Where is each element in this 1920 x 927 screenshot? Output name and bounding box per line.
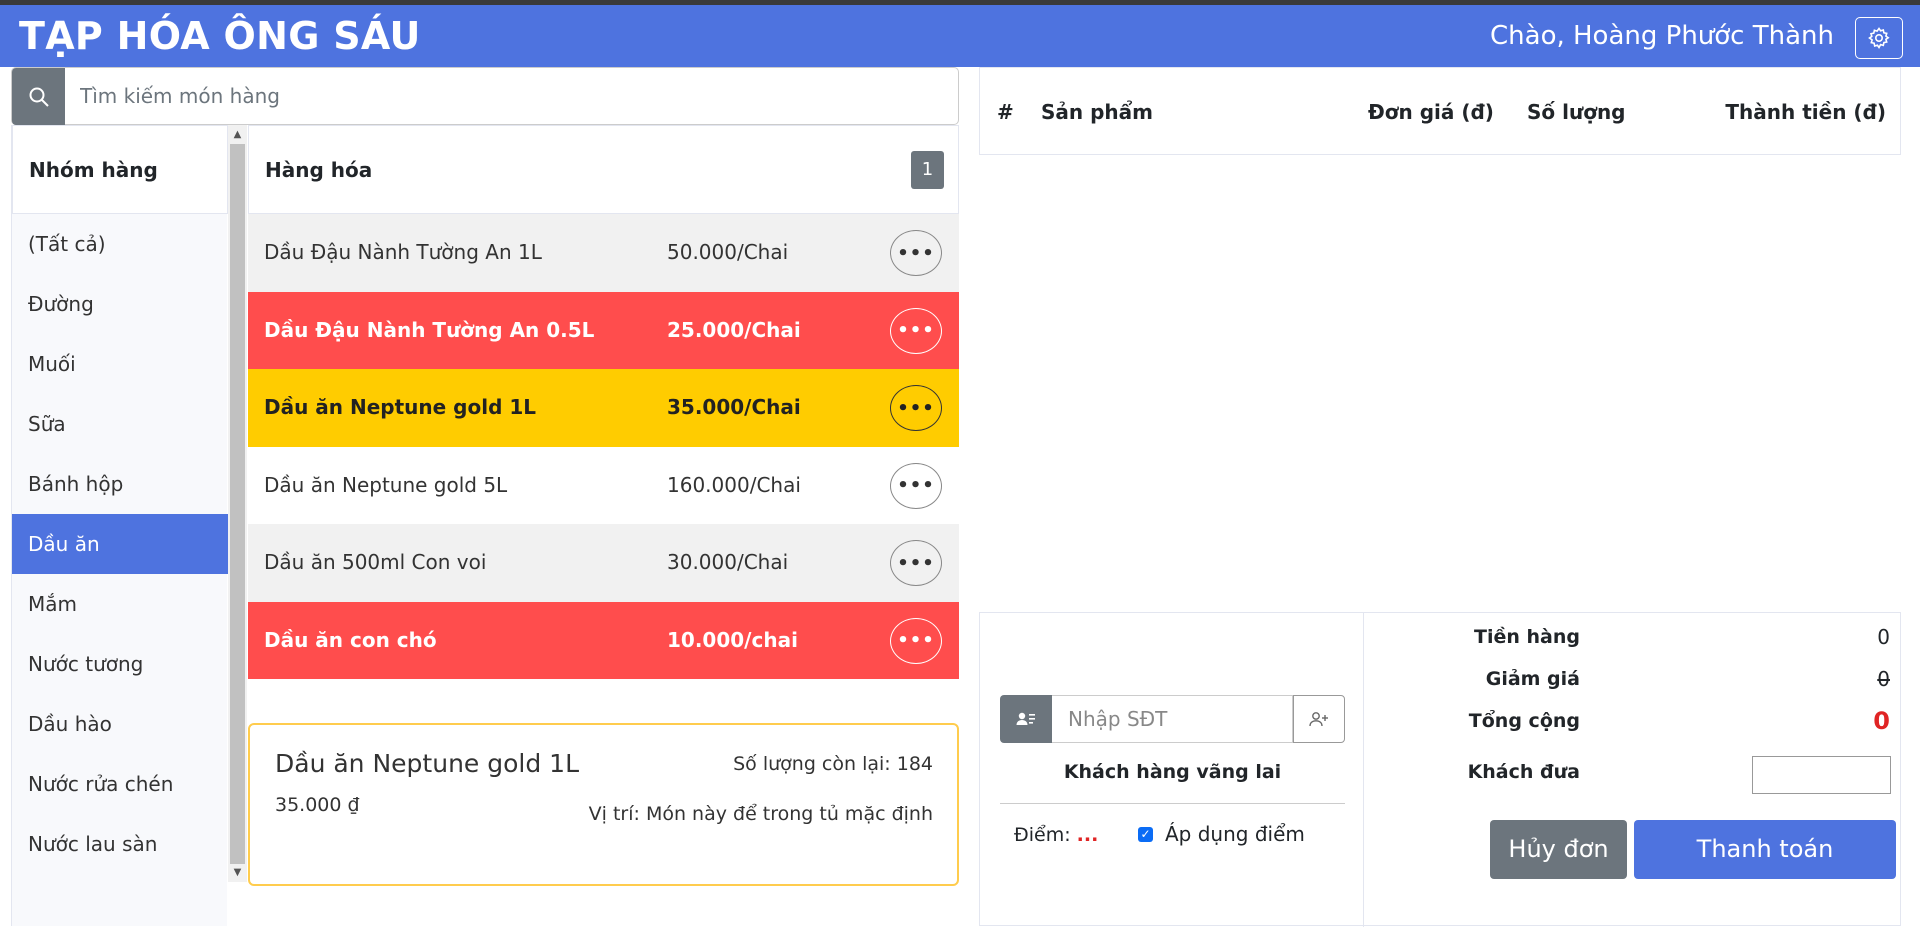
product-row[interactable]: Dầu Đậu Nành Tường An 1L 50.000/Chai ••• (248, 214, 959, 292)
divider (1000, 803, 1345, 804)
pay-button[interactable]: Thanh toán (1634, 820, 1896, 879)
subtotal-value: 0 (1877, 625, 1890, 649)
cancel-order-button[interactable]: Hủy đơn (1490, 820, 1627, 879)
category-list: (Tất cả) Đường Muối Sữa Bánh hộp Dầu ăn … (12, 214, 228, 874)
apply-points-label: Áp dụng điểm (1165, 822, 1305, 846)
product-row[interactable]: Dầu ăn 500ml Con voi 30.000/Chai ••• (248, 524, 959, 602)
category-item[interactable]: Nước rửa chén (12, 754, 228, 814)
total-label: Tổng cộng (1468, 710, 1580, 732)
category-item[interactable]: Dầu hào (12, 694, 228, 754)
checkout-panel: Khách hàng vãng lai Điểm: ... ✓ Áp dụng … (979, 612, 1901, 927)
detail-stock: Số lượng còn lại: 184 (733, 753, 933, 775)
customer-paid-input[interactable] (1752, 756, 1891, 794)
total-value: 0 (1873, 707, 1890, 735)
detail-location: Vị trí: Món này để trong tủ mặc định (588, 803, 933, 825)
product-panel: Hàng hóa 1 Dầu Đậu Nành Tường An 1L 50.0… (248, 125, 959, 679)
product-name: Dầu ăn 500ml Con voi (264, 550, 487, 574)
scroll-thumb[interactable] (230, 144, 245, 864)
scroll-up-arrow-icon[interactable]: ▲ (228, 129, 247, 141)
settings-button[interactable] (1855, 17, 1903, 59)
product-name: Dầu ăn con chó (264, 627, 437, 652)
column-total: Thành tiền (đ) (1725, 100, 1886, 124)
category-item-active[interactable]: Dầu ăn (12, 514, 228, 574)
detail-price: 35.000 ₫ (275, 794, 360, 816)
search-button[interactable] (12, 68, 65, 125)
more-options-button[interactable]: ••• (890, 230, 942, 276)
category-scrollbar[interactable]: ▲ ▼ (228, 125, 247, 882)
category-item[interactable]: Muối (12, 334, 228, 394)
category-item[interactable]: Nước tương (12, 634, 228, 694)
product-price: 10.000/chai (667, 627, 798, 652)
gear-icon (1868, 27, 1890, 50)
points-label: Điểm: (1014, 824, 1071, 846)
column-unit-price: Đơn giá (đ) (1368, 100, 1494, 124)
page-number-badge[interactable]: 1 (911, 151, 944, 189)
product-price: 50.000/Chai (667, 240, 789, 264)
contact-card-icon (1016, 712, 1035, 725)
product-price: 30.000/Chai (667, 550, 789, 574)
phone-number-input[interactable] (1052, 695, 1293, 743)
more-options-button[interactable]: ••• (890, 617, 942, 664)
points-display: Điểm: ... (1014, 824, 1098, 846)
category-item[interactable]: Mắm (12, 574, 228, 634)
navbar: TẠP HÓA ÔNG SÁU Chào, Hoàng Phước Thành (0, 5, 1920, 67)
category-header: Nhóm hàng (12, 125, 228, 214)
discount-amount: 0 (1877, 667, 1890, 691)
search-bar (11, 67, 959, 125)
product-name: Dầu ăn Neptune gold 1L (264, 395, 537, 419)
apply-points-toggle[interactable]: ✓ Áp dụng điểm (1138, 822, 1305, 846)
product-row-selected[interactable]: Dầu ăn Neptune gold 1L 35.000/Chai ••• (248, 369, 959, 447)
more-options-button[interactable]: ••• (890, 540, 942, 586)
add-user-icon (1309, 712, 1328, 727)
scroll-down-arrow-icon[interactable]: ▼ (228, 867, 247, 879)
category-panel: Nhóm hàng (Tất cả) Đường Muối Sữa Bánh h… (11, 125, 228, 926)
user-greeting: Chào, Hoàng Phước Thành (1490, 21, 1834, 51)
product-price: 25.000/Chai (667, 317, 801, 342)
more-options-button[interactable]: ••• (890, 385, 942, 431)
customer-name: Khách hàng vãng lai (1063, 761, 1282, 783)
product-name: Dầu Đậu Nành Tường An 1L (264, 240, 542, 264)
discount-value: 0 (1877, 667, 1890, 691)
product-header: Hàng hóa 1 (248, 125, 959, 214)
category-item[interactable]: Sữa (12, 394, 228, 454)
product-price: 160.000/Chai (667, 472, 801, 497)
column-product: Sản phẩm (1041, 100, 1153, 124)
search-icon (29, 87, 49, 107)
more-options-button[interactable]: ••• (890, 462, 942, 509)
column-index: # (997, 100, 1014, 124)
order-table-header: # Sản phẩm Đơn giá (đ) Số lượng Thành ti… (979, 67, 1901, 155)
category-item[interactable]: (Tất cả) (12, 214, 228, 274)
more-options-button[interactable]: ••• (890, 307, 942, 354)
product-detail-card: Dầu ăn Neptune gold 1L Số lượng còn lại:… (248, 723, 959, 886)
customer-lookup-button[interactable] (1000, 695, 1052, 743)
points-value: ... (1076, 824, 1099, 846)
add-customer-button[interactable] (1293, 695, 1345, 743)
product-name: Dầu ăn Neptune gold 5L (264, 472, 508, 497)
customer-paid-label: Khách đưa (1467, 761, 1580, 783)
product-row[interactable]: Dầu ăn Neptune gold 5L 160.000/Chai ••• (248, 446, 959, 524)
discount-label: Giảm giá (1485, 668, 1580, 690)
column-quantity: Số lượng (1527, 100, 1626, 124)
product-row[interactable]: Dầu ăn con chó 10.000/chai ••• (248, 601, 959, 679)
product-name: Dầu Đậu Nành Tường An 0.5L (264, 317, 595, 342)
brand-title: TẠP HÓA ÔNG SÁU (19, 14, 421, 58)
subtotal-label: Tiền hàng (1474, 626, 1580, 648)
detail-product-name: Dầu ăn Neptune gold 1L (275, 749, 580, 778)
apply-points-checkbox[interactable]: ✓ (1138, 826, 1153, 842)
search-input[interactable] (80, 82, 940, 110)
category-item[interactable]: Nước lau sàn (12, 814, 228, 874)
category-item[interactable]: Bánh hộp (12, 454, 228, 514)
product-row[interactable]: Dầu Đậu Nành Tường An 0.5L 25.000/Chai •… (248, 291, 959, 369)
product-header-title: Hàng hóa (265, 158, 373, 182)
customer-section: Khách hàng vãng lai Điểm: ... ✓ Áp dụng … (980, 613, 1364, 927)
product-price: 35.000/Chai (667, 395, 801, 419)
category-item[interactable]: Đường (12, 274, 228, 334)
